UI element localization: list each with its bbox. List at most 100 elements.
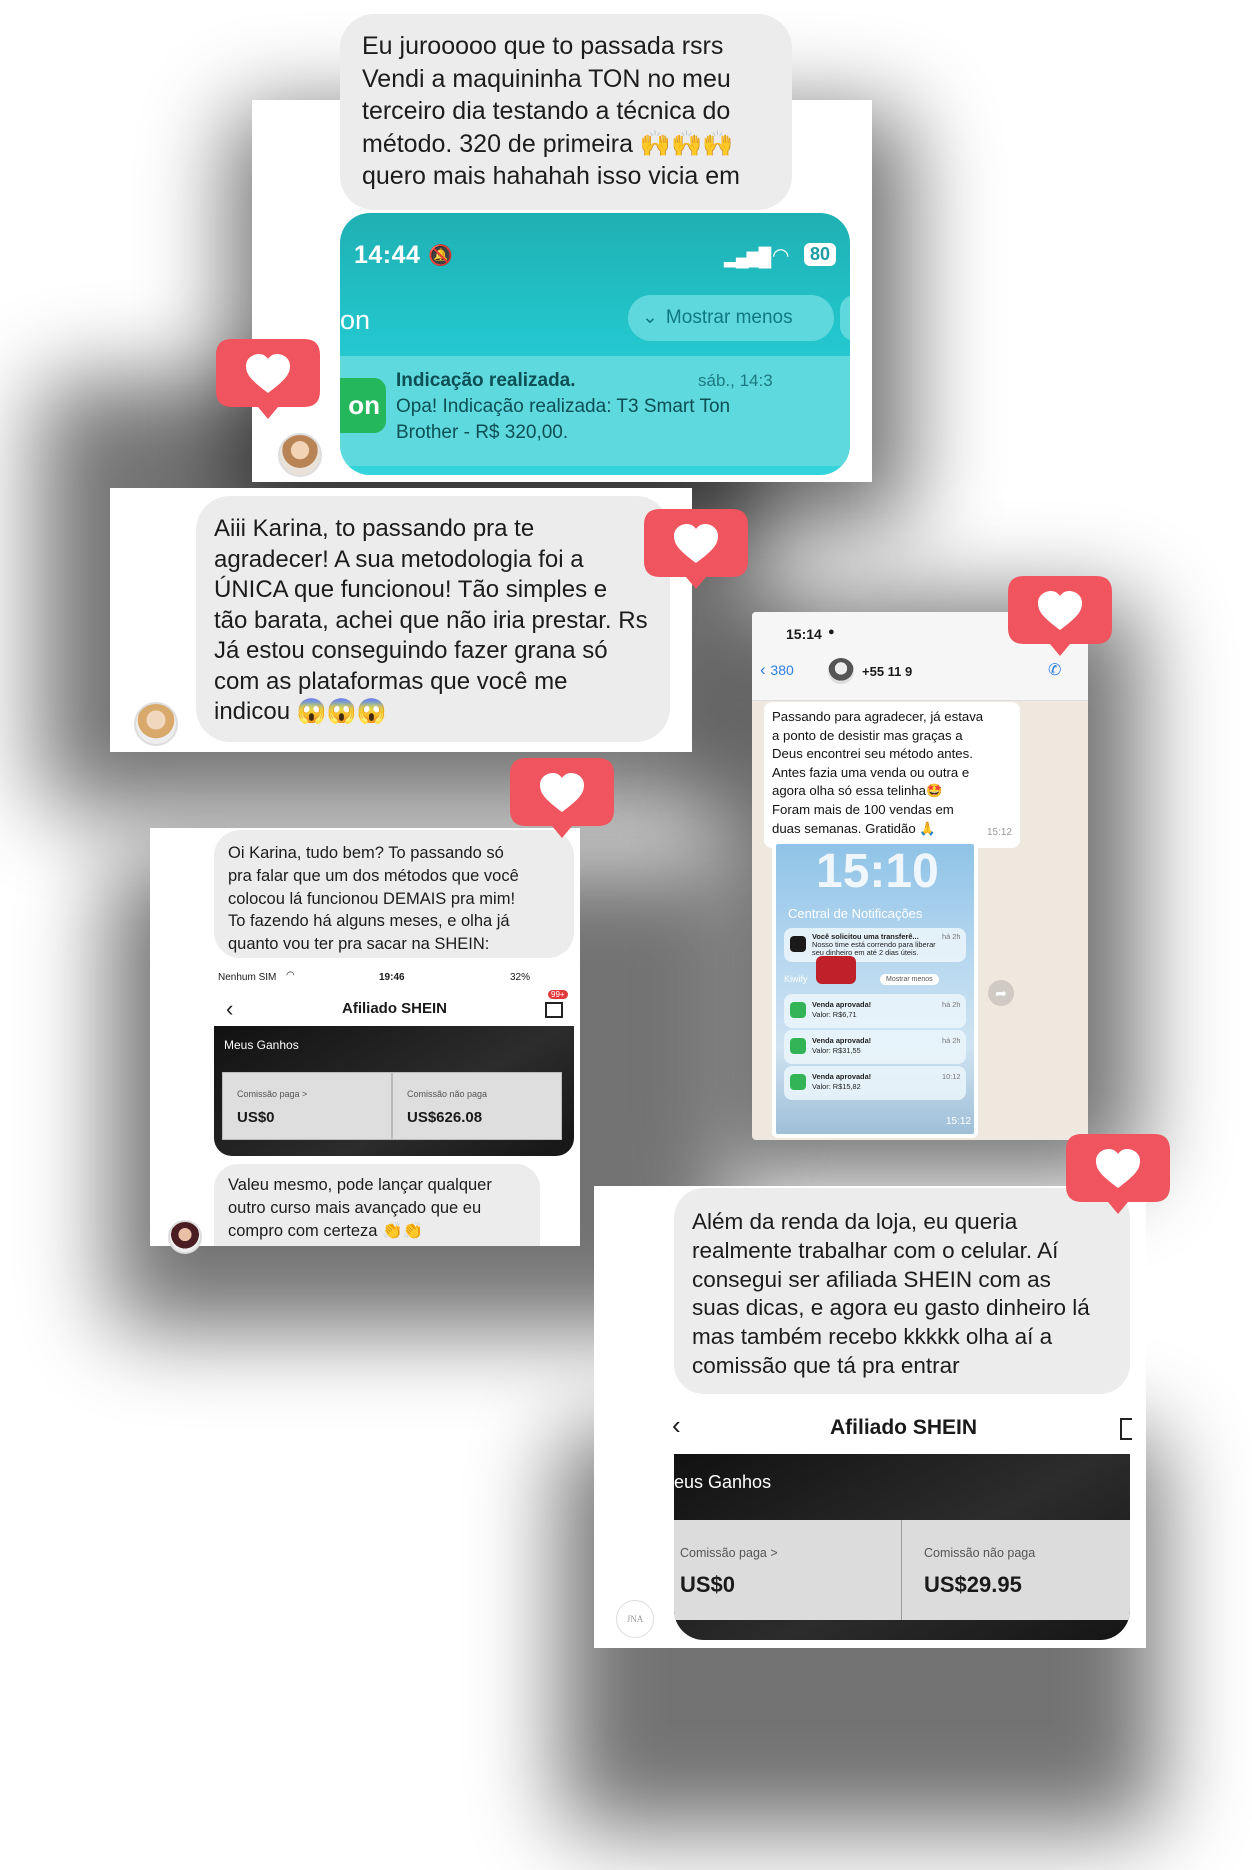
app-name: on	[340, 305, 371, 335]
message-line: ÚNICA que funcionou! Tão simples e	[214, 576, 608, 603]
notification-value: Valor: R$6,71	[812, 1010, 857, 1019]
message-line: duas semanas. Gratidão 🙏 15:12	[772, 820, 1012, 839]
avatar	[278, 433, 322, 477]
unpaid-commission-box[interactable]: Comissão não paga US$29.95	[902, 1520, 1130, 1620]
sale-notification: Venda aprovada! Valor: R$31,55 há 2h	[784, 1030, 966, 1064]
message-text: Valeu mesmo, pode lançar qualquer outro …	[228, 1174, 492, 1242]
pill-edge	[840, 295, 850, 341]
section-title: Meus Ganhos	[224, 1038, 299, 1052]
forward-button[interactable]: ➦	[988, 980, 1014, 1006]
notification-age: há 2h	[942, 1036, 961, 1045]
image-time: 15:12	[946, 1116, 972, 1127]
page-title: Afiliado SHEIN	[342, 1000, 448, 1017]
paid-commission-box[interactable]: Comissão paga > US$0	[222, 1072, 392, 1140]
notification-age: há 2h	[942, 932, 961, 941]
carrier: Nenhum SIM	[218, 972, 277, 983]
message-line: tão barata, achei que não iria prestar. …	[214, 606, 648, 634]
message-line: Oi Karina, tudo bem? To passando só	[228, 844, 504, 862]
message-line: com as plataformas que você me	[214, 667, 568, 695]
message-time: 15:12	[986, 826, 1012, 838]
notification-card[interactable]: on Indicação realizada. sáb., 14:3 Opa! …	[340, 356, 850, 466]
whatsapp-screenshot: 15:14 ● ‹ 380 +55 11 9 ✆ Passando para a…	[752, 612, 1088, 1140]
unpaid-commission-box[interactable]: Comissão não paga US$626.08	[392, 1072, 562, 1140]
notification-badge: 99+	[548, 990, 568, 999]
lockscreen-image[interactable]: 15:10 Central de Notificações Você solic…	[772, 840, 978, 1138]
ton-notification-screenshot: 14:44 🔕 ▂▄▆█ ◠ 80 on ⌄ Mostrar menos on I…	[340, 213, 850, 475]
heart-icon	[1062, 1130, 1174, 1216]
message-bubble-shein-2: Além da renda da loja, eu queria realmen…	[674, 1188, 1130, 1394]
phone-status-bar: Nenhum SIM ◠ 19:46 32%	[214, 970, 574, 988]
message-line: colocou lá funcionou DEMAIS pra mim!	[228, 889, 516, 908]
earnings-panel: eus Ganhos Comissão paga > US$0 Comissão…	[674, 1454, 1130, 1640]
message-line: método. 320 de primeira 🙌🙌🙌	[362, 129, 734, 158]
sale-app-icon	[790, 1038, 806, 1054]
gift-ribbon-icon	[816, 956, 856, 984]
back-button[interactable]: ‹ 380	[760, 660, 794, 680]
sale-app-icon	[790, 1002, 806, 1018]
message-text: Além da renda da loja, eu queria realmen…	[692, 1208, 1090, 1381]
message-line: agora olha só essa telinha🤩	[772, 783, 943, 799]
message-bubble-karina: Aiii Karina, to passando pra te agradece…	[196, 496, 670, 742]
heart-icon	[640, 505, 752, 591]
section-title: eus Ganhos	[674, 1472, 772, 1492]
message-line: Deus encontrei seu método antes.	[772, 746, 973, 762]
message-line: agradecer! A sua metodologia foi a	[214, 545, 584, 573]
bell-off-icon: 🔕	[428, 245, 453, 267]
message-line: suas dicas, e agora eu gasto dinheiro lá	[692, 1295, 1090, 1321]
message-line: quanto vou ter pra sacar na SHEIN:	[228, 935, 490, 954]
message-line: terceiro dia testando a técnica do	[362, 97, 731, 125]
paid-commission-box[interactable]: Comissão paga > US$0	[674, 1520, 902, 1620]
avatar	[168, 1220, 202, 1254]
bag-icon[interactable]	[545, 1002, 563, 1018]
heart-icon	[506, 754, 618, 840]
status-time: 15:14	[786, 626, 822, 642]
message-line: mas também recebo kkkkk olha aí a	[692, 1324, 1053, 1350]
unpaid-label: Comissão não paga	[407, 1089, 488, 1099]
chat-message: Passando para agradecer, já estava a pon…	[764, 702, 1020, 849]
battery-level: 32%	[510, 972, 531, 983]
contact-name: +55 11 9	[862, 664, 913, 679]
notification-body: Opa! Indicação realizada: T3 Smart Ton	[396, 396, 731, 417]
message-line: indicou 😱😱😱	[214, 698, 387, 725]
message-line: comissão que tá pra entrar	[692, 1352, 960, 1378]
message-line: realmente trabalhar com o celular. Aí	[692, 1237, 1059, 1263]
notification-title: Venda aprovada!	[812, 1000, 872, 1009]
notification-value: Valor: R$31,55	[812, 1046, 861, 1055]
earnings-panel: Meus Ganhos Comissão paga > US$0 Comissã…	[214, 1026, 574, 1156]
transfer-notification: Você solicitou uma transferê... há 2h No…	[784, 928, 966, 962]
page-title: Afiliado SHEIN	[830, 1416, 978, 1439]
reply-bubble: Valeu mesmo, pode lançar qualquer outro …	[214, 1164, 540, 1246]
bag-icon[interactable]	[1120, 1418, 1132, 1440]
show-less-button[interactable]: Mostrar menos	[880, 974, 939, 985]
battery-indicator: 80	[804, 243, 837, 266]
call-icon[interactable]: ✆	[1048, 660, 1061, 680]
chevron-down-icon: ⌄	[642, 307, 658, 328]
notification-body: Brother - R$ 320,00.	[396, 422, 569, 443]
notification-title: Venda aprovada!	[812, 1036, 872, 1045]
message-line: Vendi a maquininha TON no meu	[362, 64, 731, 93]
message-line: Passando para agradecer, já estava	[772, 709, 984, 724]
person-icon: ●	[828, 626, 835, 638]
signal-icon: ▂▄▆█	[724, 247, 771, 267]
message-line: Foram mais de 100 vendas em	[772, 801, 954, 817]
message-bubble-ton: Eu jurooooo que to passada rsrs Vendi a …	[340, 14, 792, 210]
back-chevron-icon[interactable]: ‹	[672, 1410, 681, 1441]
sale-notification: Venda aprovada! Valor: R$6,71 há 2h	[784, 994, 966, 1028]
avatar	[134, 702, 178, 746]
back-chevron-icon[interactable]: ‹	[226, 996, 233, 1022]
redaction-mark	[922, 664, 992, 676]
notification-value: Valor: R$15,82	[812, 1082, 861, 1091]
notification-center-title: Central de Notificações	[788, 906, 923, 921]
notification-body: Nosso time está correndo para liberar se…	[812, 940, 936, 957]
show-less-label: Mostrar menos	[665, 307, 793, 328]
message-line: Eu jurooooo que to passada rsrs	[362, 32, 724, 60]
chevron-left-icon: ‹	[760, 660, 766, 679]
ton-logo-icon: on	[340, 378, 386, 433]
avatar	[828, 658, 854, 684]
coin-icon	[790, 936, 806, 952]
show-less-button[interactable]: ⌄ Mostrar menos	[628, 295, 834, 341]
message-line: Já estou conseguindo fazer grana só	[214, 637, 608, 664]
message-bubble-shein-1: Oi Karina, tudo bem? To passando só pra …	[214, 830, 574, 958]
unpaid-value: US$626.08	[407, 1109, 483, 1126]
message-text: Aiii Karina, to passando pra te agradece…	[214, 514, 648, 728]
